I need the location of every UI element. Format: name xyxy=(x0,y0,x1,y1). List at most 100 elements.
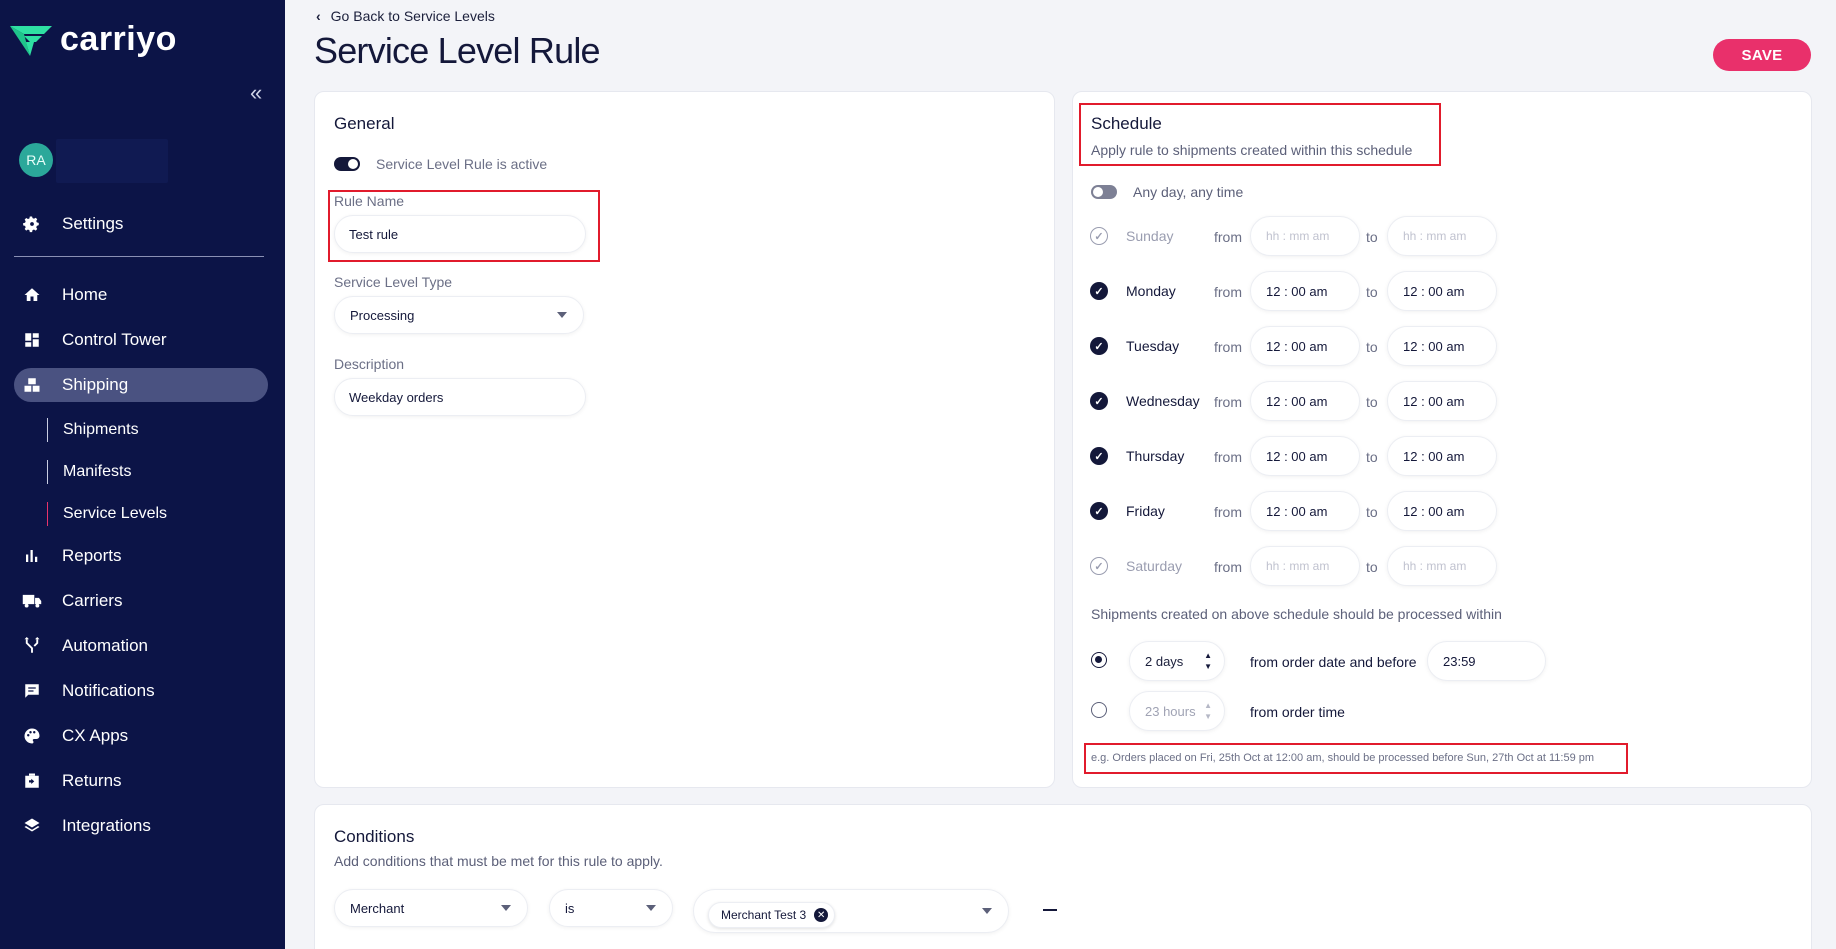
from-time-input[interactable]: hh : mm am xyxy=(1250,216,1360,256)
layers-icon xyxy=(22,816,42,836)
rule-name-input[interactable]: Test rule xyxy=(334,215,586,253)
to-label: to xyxy=(1366,504,1378,520)
sidebar-item-home[interactable]: Home xyxy=(14,278,268,312)
from-time-input[interactable]: 12 : 00 am xyxy=(1250,436,1360,476)
from-time-input[interactable]: 12 : 00 am xyxy=(1250,381,1360,421)
from-time-input[interactable]: 12 : 00 am xyxy=(1250,491,1360,531)
caret-down-icon xyxy=(557,312,567,318)
sidebar-item-automation[interactable]: Automation xyxy=(14,629,268,663)
to-time-input[interactable]: hh : mm am xyxy=(1387,216,1497,256)
sidebar-item-label: Reports xyxy=(62,546,122,565)
sidebar-item-label: Returns xyxy=(62,771,122,790)
day-name: Monday xyxy=(1126,283,1176,299)
check-icon[interactable]: ✓ xyxy=(1090,227,1108,245)
from-time-input[interactable]: 12 : 00 am xyxy=(1250,326,1360,366)
general-card xyxy=(314,91,1055,788)
option2-text: from order time xyxy=(1250,704,1345,720)
avatar[interactable]: RA xyxy=(19,143,53,177)
to-time-input[interactable]: 12 : 00 am xyxy=(1387,326,1497,366)
stepper-arrows-icon[interactable]: ▲ ▼ xyxy=(1204,700,1212,722)
collapse-sidebar-icon[interactable]: « xyxy=(250,80,262,106)
from-time-input[interactable]: 12 : 00 am xyxy=(1250,271,1360,311)
option1-text: from order date and before xyxy=(1250,654,1417,670)
condition-operator-select[interactable]: is xyxy=(549,889,673,927)
chip-label: Merchant Test 3 xyxy=(721,908,807,922)
return-box-icon xyxy=(22,771,42,791)
check-icon[interactable]: ✓ xyxy=(1090,392,1108,410)
to-time-input[interactable]: 12 : 00 am xyxy=(1387,381,1497,421)
schedule-row-monday: ✓ Monday from 12 : 00 am to 12 : 00 am xyxy=(1090,271,1510,311)
remove-condition-icon[interactable] xyxy=(1043,909,1057,911)
check-icon[interactable]: ✓ xyxy=(1090,502,1108,520)
days-stepper[interactable]: 2 days ▲ ▼ xyxy=(1129,641,1225,681)
sidebar-item-shipping[interactable]: Shipping xyxy=(14,368,268,402)
sidebar-item-control-tower[interactable]: Control Tower xyxy=(14,323,268,357)
user-name-box[interactable] xyxy=(56,139,168,183)
hours-stepper[interactable]: 23 hours ▲ ▼ xyxy=(1129,691,1225,731)
from-label: from xyxy=(1214,559,1242,575)
sidebar-item-integrations[interactable]: Integrations xyxy=(14,809,268,843)
remove-chip-icon[interactable]: ✕ xyxy=(814,908,829,922)
carriyo-logo-icon xyxy=(10,25,52,56)
to-label: to xyxy=(1366,449,1378,465)
save-button[interactable]: SAVE xyxy=(1713,39,1811,71)
sidebar-item-label: Notifications xyxy=(62,681,155,700)
check-icon[interactable]: ✓ xyxy=(1090,282,1108,300)
check-icon[interactable]: ✓ xyxy=(1090,557,1108,575)
sidebar-item-reports[interactable]: Reports xyxy=(14,539,268,573)
stepper-arrows-icon[interactable]: ▲ ▼ xyxy=(1204,650,1212,672)
days-radio[interactable] xyxy=(1091,652,1107,668)
rule-name-label: Rule Name xyxy=(334,193,405,209)
back-link-label: Go Back to Service Levels xyxy=(330,8,495,24)
sidebar-item-carriers[interactable]: Carriers xyxy=(14,584,268,618)
sidebar-subitem-manifests[interactable]: Manifests xyxy=(47,460,131,484)
day-name: Thursday xyxy=(1126,448,1185,464)
schedule-heading: Schedule xyxy=(1091,114,1162,133)
schedule-row-thursday: ✓ Thursday from 12 : 00 am to 12 : 00 am xyxy=(1090,436,1510,476)
sidebar-item-label: Integrations xyxy=(62,816,151,835)
from-label: from xyxy=(1214,339,1242,355)
conditions-card xyxy=(314,804,1812,949)
to-time-input[interactable]: 12 : 00 am xyxy=(1387,271,1497,311)
service-level-type-select[interactable]: Processing xyxy=(334,296,584,334)
carriyo-logo[interactable]: carriyo xyxy=(8,20,177,59)
to-time-input[interactable]: 12 : 00 am xyxy=(1387,436,1497,476)
from-time-input[interactable]: hh : mm am xyxy=(1250,546,1360,586)
check-icon[interactable]: ✓ xyxy=(1090,337,1108,355)
sidebar-item-returns[interactable]: Returns xyxy=(14,764,268,798)
schedule-subheading: Apply rule to shipments created within t… xyxy=(1091,142,1413,158)
from-label: from xyxy=(1214,394,1242,410)
any-time-toggle[interactable] xyxy=(1091,185,1117,199)
caret-down-icon xyxy=(982,908,992,914)
active-toggle[interactable] xyxy=(334,157,360,171)
to-time-input[interactable]: hh : mm am xyxy=(1387,546,1497,586)
condition-field-select[interactable]: Merchant xyxy=(334,889,528,927)
any-time-label: Any day, any time xyxy=(1133,184,1244,200)
sidebar-item-label: CX Apps xyxy=(62,726,129,745)
sidebar-divider xyxy=(14,256,264,257)
logo-text: carriyo xyxy=(60,20,177,58)
hours-value: 23 hours xyxy=(1145,703,1196,719)
cutoff-time-input[interactable]: 23:59 xyxy=(1427,641,1546,681)
from-label: from xyxy=(1214,229,1242,245)
dashboard-icon xyxy=(22,330,42,350)
to-time-input[interactable]: 12 : 00 am xyxy=(1387,491,1497,531)
sidebar-item-settings[interactable]: Settings xyxy=(14,207,268,241)
check-icon[interactable]: ✓ xyxy=(1090,447,1108,465)
from-label: from xyxy=(1214,504,1242,520)
to-label: to xyxy=(1366,339,1378,355)
sidebar-item-label: Settings xyxy=(62,214,124,233)
sidebar-subitem-shipments[interactable]: Shipments xyxy=(47,418,139,442)
sidebar-item-label: Control Tower xyxy=(62,330,167,349)
sidebar-item-cx-apps[interactable]: CX Apps xyxy=(14,719,268,753)
hours-radio[interactable] xyxy=(1091,702,1107,718)
sidebar-subitem-service-levels[interactable]: Service Levels xyxy=(47,502,167,526)
sidebar-item-notifications[interactable]: Notifications xyxy=(14,674,268,708)
fork-icon xyxy=(22,636,42,656)
page-title: Service Level Rule xyxy=(314,30,601,71)
chevron-left-icon: ‹ xyxy=(316,8,321,24)
back-link[interactable]: ‹ Go Back to Service Levels xyxy=(316,8,495,24)
to-label: to xyxy=(1366,284,1378,300)
description-input[interactable]: Weekday orders xyxy=(334,378,586,416)
sidebar-item-label: Automation xyxy=(62,636,148,655)
